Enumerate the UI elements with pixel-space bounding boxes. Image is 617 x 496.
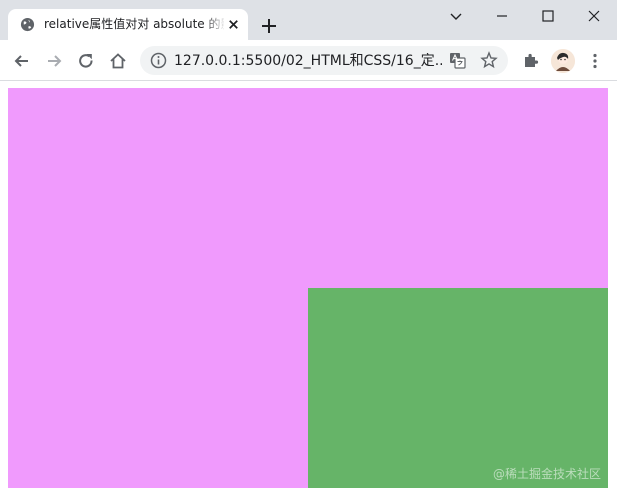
chevron-down-icon[interactable]: [446, 6, 466, 26]
page-viewport: @稀土掘金技术社区: [0, 81, 617, 496]
maximize-icon[interactable]: [538, 6, 558, 26]
star-icon[interactable]: [480, 51, 498, 69]
tab-title-fade: [204, 15, 226, 35]
window-close-icon[interactable]: [584, 6, 604, 26]
browser-tab[interactable]: relative属性值对对 absolute 的影响: [8, 9, 248, 40]
reload-icon[interactable]: [76, 51, 96, 71]
absolute-child-box: [308, 288, 608, 488]
url-text[interactable]: 127.0.0.1:5500/02_HTML和CSS/16_定...: [174, 53, 442, 69]
relative-parent-box: [8, 88, 608, 488]
tab-strip: relative属性值对对 absolute 的影响: [0, 0, 617, 40]
watermark: @稀土掘金技术社区: [492, 467, 601, 481]
extensions-puzzle-icon[interactable]: [521, 51, 541, 71]
translate-icon[interactable]: [449, 52, 466, 69]
tab-title: relative属性值对对 absolute 的影响: [44, 17, 224, 31]
minimize-icon[interactable]: [492, 6, 512, 26]
back-arrow-icon[interactable]: [12, 51, 32, 71]
close-icon[interactable]: [226, 17, 241, 32]
home-icon[interactable]: [108, 51, 128, 71]
new-tab-button[interactable]: [260, 17, 278, 35]
globe-icon: [20, 17, 35, 32]
info-icon[interactable]: [150, 52, 167, 69]
browser-toolbar: 127.0.0.1:5500/02_HTML和CSS/16_定...: [0, 40, 617, 81]
address-bar[interactable]: 127.0.0.1:5500/02_HTML和CSS/16_定...: [140, 46, 508, 75]
more-menu-icon[interactable]: [585, 51, 605, 71]
profile-avatar-icon: [551, 49, 575, 73]
forward-arrow-icon[interactable]: [44, 51, 64, 71]
avatar[interactable]: [551, 49, 575, 73]
